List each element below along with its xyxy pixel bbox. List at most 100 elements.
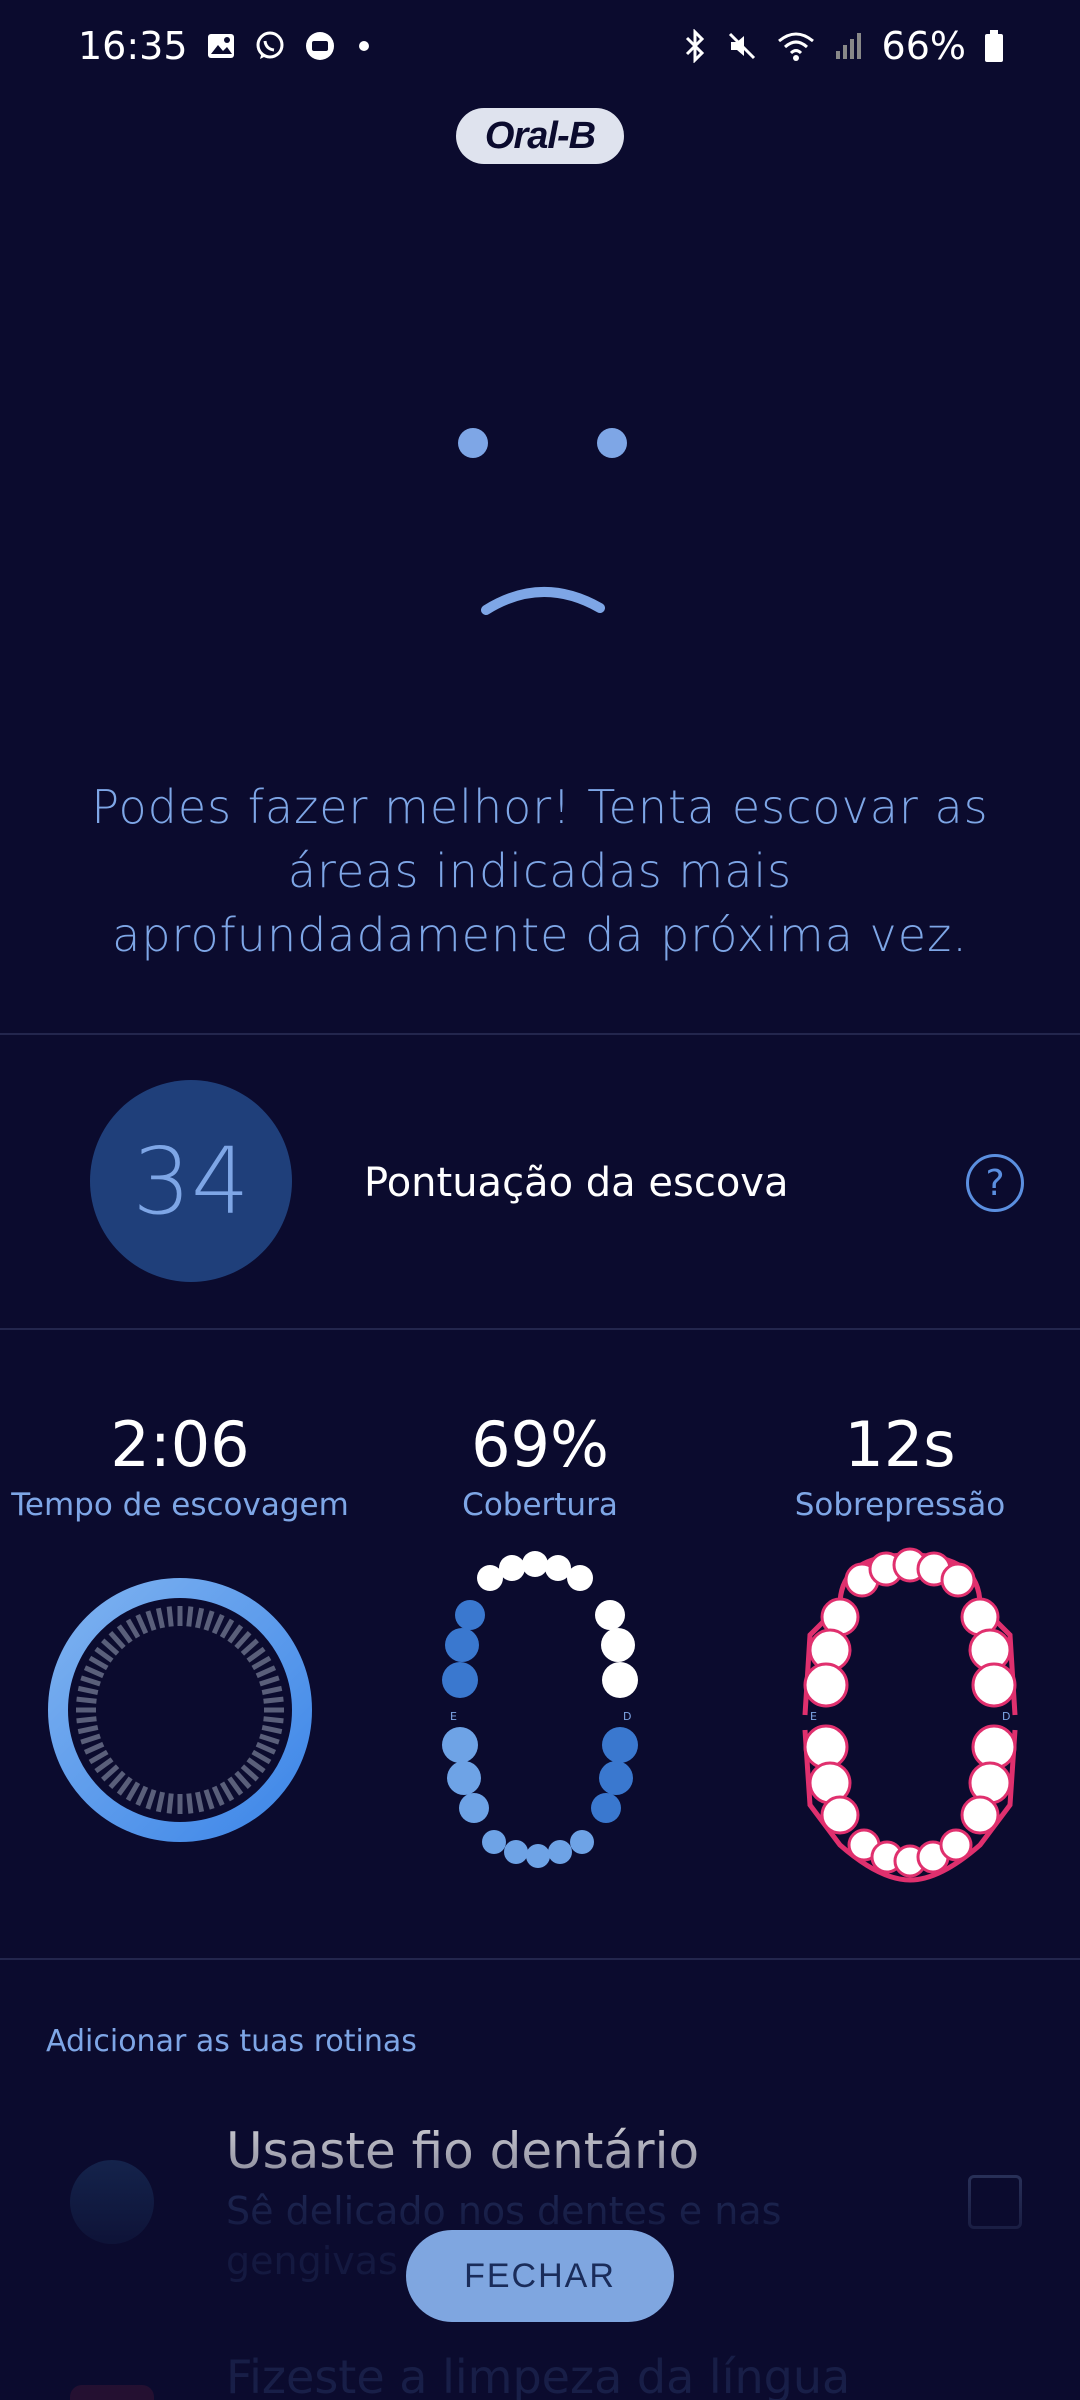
timer-tick [251,1655,272,1671]
upper-teeth-pressure [803,1547,1017,1708]
timer-tick [251,1749,272,1765]
timer-tick [234,1631,252,1650]
timer-tick [145,1789,157,1810]
timer-tick [203,1610,215,1631]
timer-tick [101,1638,120,1656]
routines-title: Adicionar as tuas rotinas [46,2024,417,2059]
whatsapp-icon [254,30,286,62]
timer-tick [203,1789,215,1810]
timer-tick [94,1646,114,1663]
timer-tick [77,1725,99,1735]
timer-tick [155,1791,165,1813]
timer-tick [246,1646,266,1663]
signal-icon [834,31,864,61]
bluetooth-icon [682,29,708,63]
status-left: 16:35 [78,24,374,68]
timer-tick [83,1665,105,1679]
upper-teeth [442,1551,638,1698]
timer-tick [108,1770,126,1789]
score-value: 34 [132,1127,250,1235]
metric-time-value: 2:06 [110,1408,250,1481]
timer-tick [101,1764,120,1782]
timer-tick [219,1781,235,1802]
timer-tick [77,1685,99,1695]
mouth-left-label: E [450,1710,457,1723]
routine-floss-title: Usaste fio dentário [226,2122,700,2180]
battery-icon [984,29,1004,63]
timer-tick [240,1638,259,1656]
pressure-left-label: E [810,1710,817,1723]
score-circle: 34 [90,1080,292,1282]
metric-time: 2:06 Tempo de escovagem [0,1408,360,1523]
help-icon[interactable]: ? [966,1154,1024,1212]
timer-tick [195,1791,205,1813]
timer-tick [211,1785,225,1807]
timer-tick [135,1613,149,1635]
lower-teeth [442,1727,638,1868]
timer-tick [76,1696,97,1704]
close-button[interactable]: FECHAR [406,2230,674,2322]
metric-coverage: 69% Cobertura [360,1408,720,1523]
divider [0,1328,1080,1330]
coverage-mouth: E D [442,1551,638,1868]
timer-tick [195,1607,205,1629]
metric-coverage-label: Cobertura [462,1487,618,1523]
mute-icon [726,30,758,62]
timer-tick [219,1618,235,1639]
floss-icon [70,2160,154,2244]
timer-tick [88,1749,109,1765]
timer-tick [145,1610,157,1631]
metric-pressure: 12s Sobrepressão [720,1408,1080,1523]
timer-tick [108,1631,126,1650]
mouth-right-label: D [623,1710,631,1723]
app-icon [304,30,336,62]
timer-tick [88,1655,109,1671]
status-time: 16:35 [78,24,188,68]
timer-tick [255,1665,277,1679]
routine-tongue-title: Fizeste a limpeza da língua [226,2350,851,2400]
timer-tick [125,1781,141,1802]
timer-tick [125,1618,141,1639]
timer-tick [116,1776,133,1796]
timer-tick [227,1624,244,1644]
timer-tick [83,1741,105,1755]
timer-tick [211,1613,225,1635]
metric-pressure-label: Sobrepressão [794,1487,1006,1523]
timer-tick [234,1770,252,1789]
status-bar: 16:35 66% [0,0,1080,92]
timer-tick [227,1776,244,1796]
feedback-message: Podes fazer melhor! Tenta escovar as áre… [91,780,989,962]
timer-tick [116,1624,133,1644]
pressure-right-label: D [1002,1710,1010,1723]
timer-tick [259,1733,280,1745]
metric-coverage-value: 69% [471,1408,609,1481]
timer-tick [186,1606,194,1627]
status-right: 66% [682,24,1004,68]
lower-teeth-pressure [803,1724,1017,1878]
timer-tick [80,1733,101,1745]
divider [0,1033,1080,1035]
divider [0,1958,1080,1960]
timer-tick [94,1757,114,1774]
timer-tick [246,1757,266,1774]
gallery-icon [206,31,236,61]
timer-ring [48,1578,312,1842]
timer-tick [261,1725,283,1735]
timer-tick [166,1793,174,1814]
dot-icon [354,36,374,56]
metric-pressure-value: 12s [844,1408,956,1481]
timer-tick [240,1764,259,1782]
timer-ticks [76,1606,284,1814]
sad-face-icon [458,428,627,615]
timer-tick [76,1716,97,1724]
timer-tick [186,1793,194,1814]
pressure-mouth: E D [802,1547,1018,1883]
timer-tick [255,1741,277,1755]
tongue-icon [70,2385,154,2400]
routine-floss-checkbox[interactable] [968,2175,1022,2229]
timer-tick [80,1675,101,1687]
timer-tick [263,1696,284,1704]
metric-time-label: Tempo de escovagem [11,1487,349,1523]
timer-tick [263,1716,284,1724]
oral-b-logo: Oral-B [456,108,624,164]
